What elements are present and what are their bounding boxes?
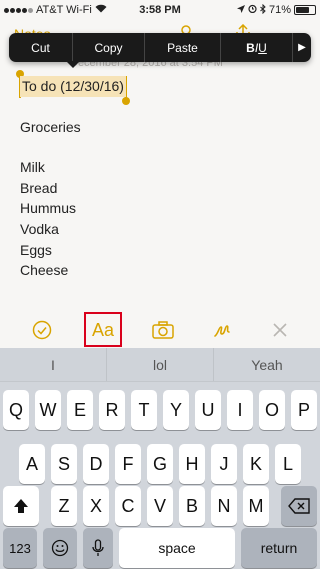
key-r[interactable]: R [99, 390, 125, 430]
edit-menu: Cut Copy Paste B I U ▶ [9, 33, 311, 62]
key-b[interactable]: B [179, 486, 205, 526]
status-left: AT&T Wi-Fi [4, 4, 107, 16]
list-item[interactable]: Hummus [20, 198, 126, 219]
list-item[interactable]: Vodka [20, 219, 126, 240]
key-e[interactable]: E [67, 390, 93, 430]
key-row-1: Q W E R T Y U I O P [0, 390, 320, 430]
emoji-key[interactable] [43, 528, 77, 568]
predictive-bar: I lol Yeah [0, 348, 320, 382]
status-bar: AT&T Wi-Fi 3:58 PM 71% [0, 0, 320, 20]
list-item[interactable]: Bread [20, 178, 126, 199]
delete-key[interactable] [281, 486, 317, 526]
underline-label: U [258, 40, 267, 55]
key-n[interactable]: N [211, 486, 237, 526]
alarm-icon [248, 4, 257, 16]
shift-icon [14, 499, 28, 513]
list-item[interactable]: Milk [20, 157, 126, 178]
battery-percent: 71% [268, 4, 291, 16]
key-w[interactable]: W [35, 390, 61, 430]
format-biu-menu-item[interactable]: B I U [221, 33, 293, 62]
key-i[interactable]: I [227, 390, 253, 430]
emoji-icon [51, 539, 69, 557]
cut-menu-item[interactable]: Cut [9, 33, 73, 62]
key-y[interactable]: Y [163, 390, 189, 430]
paste-menu-item[interactable]: Paste [145, 33, 221, 62]
key-f[interactable]: F [115, 444, 141, 484]
battery-fill [296, 7, 309, 13]
list-item[interactable]: Cheese [20, 260, 126, 281]
suggestion-3[interactable]: Yeah [214, 348, 320, 381]
key-m[interactable]: M [243, 486, 269, 526]
return-key[interactable]: return [241, 528, 317, 568]
key-h[interactable]: H [179, 444, 205, 484]
key-p[interactable]: P [291, 390, 317, 430]
camera-icon[interactable] [148, 312, 178, 348]
key-j[interactable]: J [211, 444, 237, 484]
play-arrow-icon: ▶ [298, 42, 306, 53]
key-s[interactable]: S [51, 444, 77, 484]
carrier-label: AT&T Wi-Fi [36, 4, 92, 16]
numbers-key[interactable]: 123 [3, 528, 37, 568]
key-q[interactable]: Q [3, 390, 29, 430]
microphone-icon [92, 539, 104, 556]
key-l[interactable]: L [275, 444, 301, 484]
shift-key[interactable] [3, 486, 39, 526]
signal-icon [4, 7, 33, 13]
suggestion-2[interactable]: lol [107, 348, 214, 381]
dictation-key[interactable] [83, 528, 113, 568]
note-title-selected[interactable]: To do (12/30/16) [20, 76, 126, 97]
bold-label: B [246, 40, 255, 55]
key-c[interactable]: C [115, 486, 141, 526]
backspace-icon [288, 498, 310, 514]
key-z[interactable]: Z [51, 486, 77, 526]
suggestion-1[interactable]: I [0, 348, 107, 381]
close-icon[interactable] [266, 312, 294, 348]
key-row-3: Z X C V B N M [0, 486, 320, 526]
key-u[interactable]: U [195, 390, 221, 430]
key-v[interactable]: V [147, 486, 173, 526]
menu-pointer [66, 61, 80, 68]
checkmark-circle-icon[interactable] [28, 312, 56, 348]
key-t[interactable]: T [131, 390, 157, 430]
wifi-icon [95, 4, 107, 16]
key-k[interactable]: K [243, 444, 269, 484]
key-row-2: A S D F G H J K L [0, 444, 320, 484]
status-right: 71% [236, 3, 316, 17]
key-x[interactable]: X [83, 486, 109, 526]
status-time: 3:58 PM [139, 4, 181, 16]
more-menu-button[interactable]: ▶ [293, 33, 311, 62]
key-g[interactable]: G [147, 444, 173, 484]
location-icon [236, 4, 245, 16]
keyboard: I lol Yeah Q W E R T Y U I O P A S D F G… [0, 348, 320, 569]
key-o[interactable]: O [259, 390, 285, 430]
list-item[interactable]: Eggs [20, 240, 126, 261]
key-d[interactable]: D [83, 444, 109, 484]
highlight-box [84, 312, 122, 347]
note-body[interactable]: To do (12/30/16) Groceries Milk Bread Hu… [20, 76, 126, 281]
space-key[interactable]: space [119, 528, 235, 568]
note-heading[interactable]: Groceries [20, 117, 126, 138]
notes-toolbar: Aa [0, 312, 320, 348]
key-a[interactable]: A [19, 444, 45, 484]
bluetooth-icon [260, 3, 266, 17]
copy-menu-item[interactable]: Copy [73, 33, 145, 62]
battery-icon [294, 5, 316, 15]
key-row-4: 123 space return [0, 528, 320, 568]
sketch-icon[interactable] [208, 312, 236, 348]
